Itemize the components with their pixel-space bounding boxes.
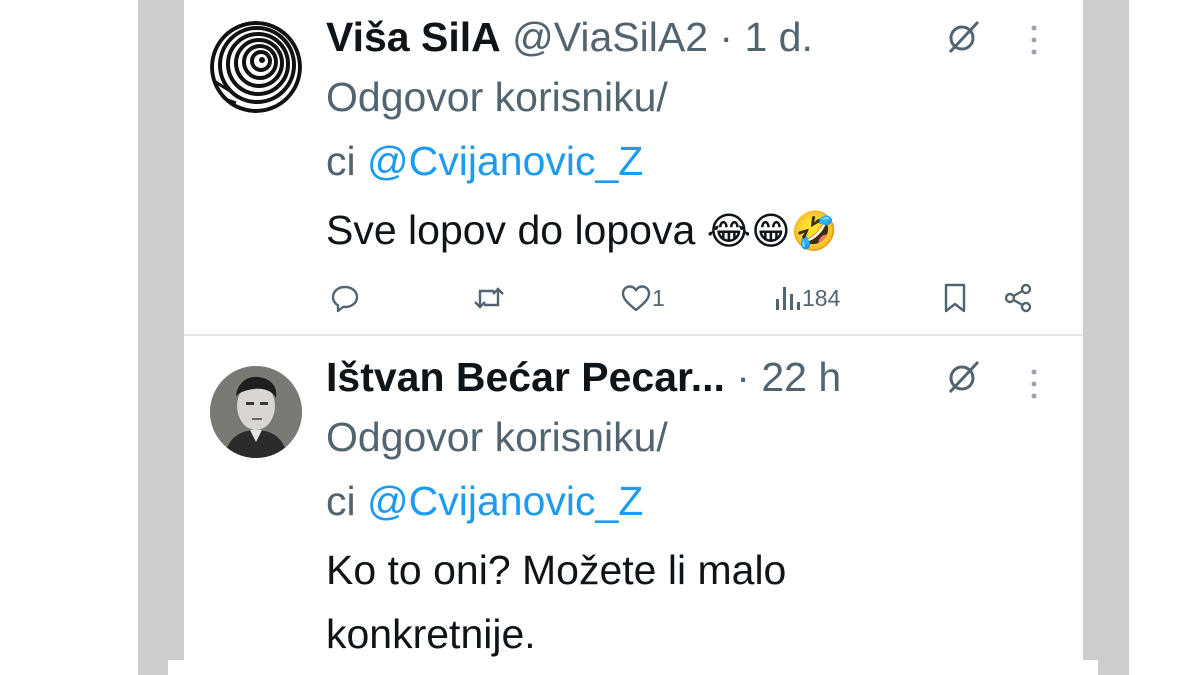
reply-mention-link[interactable]: @Cvijanovic_Z [367,478,643,524]
more-icon[interactable] [1026,366,1042,402]
emoji-group: 😂😁🤣 [706,209,839,253]
spiral-avatar-icon [210,21,302,113]
reply-prefix: ci [326,138,356,184]
reply-icon [331,285,359,313]
action-bar: 1 184 [326,280,1046,316]
retweet-button[interactable] [472,280,506,316]
grok-icon[interactable] [944,16,984,56]
tweet-text: Sve lopov do lopova 😂😁🤣 [326,200,838,261]
tweet-header: Viša SilA @ViaSilA2 · 1 d. [326,12,813,62]
separator-dot: · [736,354,750,400]
tweet-text-line: Ko to oni? Možete li malo [326,547,787,593]
reply-context: Odgovor korisniku/ [326,412,668,462]
views-icon [776,287,800,310]
reply-prefix: ci [326,478,356,524]
grok-icon[interactable] [944,356,984,396]
timestamp[interactable]: 1 d. [744,14,812,60]
like-icon [621,285,651,312]
views-button[interactable]: 184 [772,280,840,316]
like-count: 1 [652,284,665,311]
reply-prefix: Odgovor korisniku/ [326,74,668,120]
timestamp[interactable]: 22 h [761,354,841,400]
more-icon[interactable] [1026,22,1042,58]
bottom-edge [168,660,1098,675]
tweet[interactable]: Ištvan Bećar Pecar... · 22 h Odgovor kor… [184,336,1083,675]
left-background-band [138,0,184,675]
avatar[interactable] [210,21,302,113]
share-button[interactable] [1002,280,1034,316]
tweet-header: Ištvan Bećar Pecar... · 22 h [326,352,841,402]
display-name[interactable]: Viša SilA [326,14,501,60]
display-name[interactable]: Ištvan Bećar Pecar... [326,354,725,400]
user-handle[interactable]: @ViaSilA2 [512,14,708,60]
tweet-text-line: Sve lopov do lopova [326,207,696,253]
reply-context-continued: ci @Cvijanovic_Z [326,476,643,526]
reply-context: Odgovor korisniku/ [326,72,668,122]
portrait-avatar-icon [210,366,302,458]
tweet-text: Ko to oni? Možete li malo [326,540,786,600]
reply-prefix: Odgovor korisniku/ [326,414,668,460]
tweet-text: konkretnije. [326,604,536,664]
right-background-band [1083,0,1129,675]
reply-context-continued: ci @Cvijanovic_Z [326,136,643,186]
share-icon [1004,283,1032,313]
tweet-text-line: konkretnije. [326,611,536,657]
bookmark-button[interactable] [942,280,968,316]
avatar[interactable] [210,366,302,458]
views-count: 184 [802,284,841,311]
separator-dot: · [719,14,734,60]
reply-button[interactable] [330,280,360,316]
reply-thread: Viša SilA @ViaSilA2 · 1 d. Odgovor koris… [184,0,1083,675]
reply-mention-link[interactable]: @Cvijanovic_Z [367,138,643,184]
retweet-icon [474,287,504,309]
bookmark-icon [944,283,966,313]
tweet[interactable]: Viša SilA @ViaSilA2 · 1 d. Odgovor koris… [184,0,1083,334]
like-button[interactable]: 1 [620,280,665,316]
